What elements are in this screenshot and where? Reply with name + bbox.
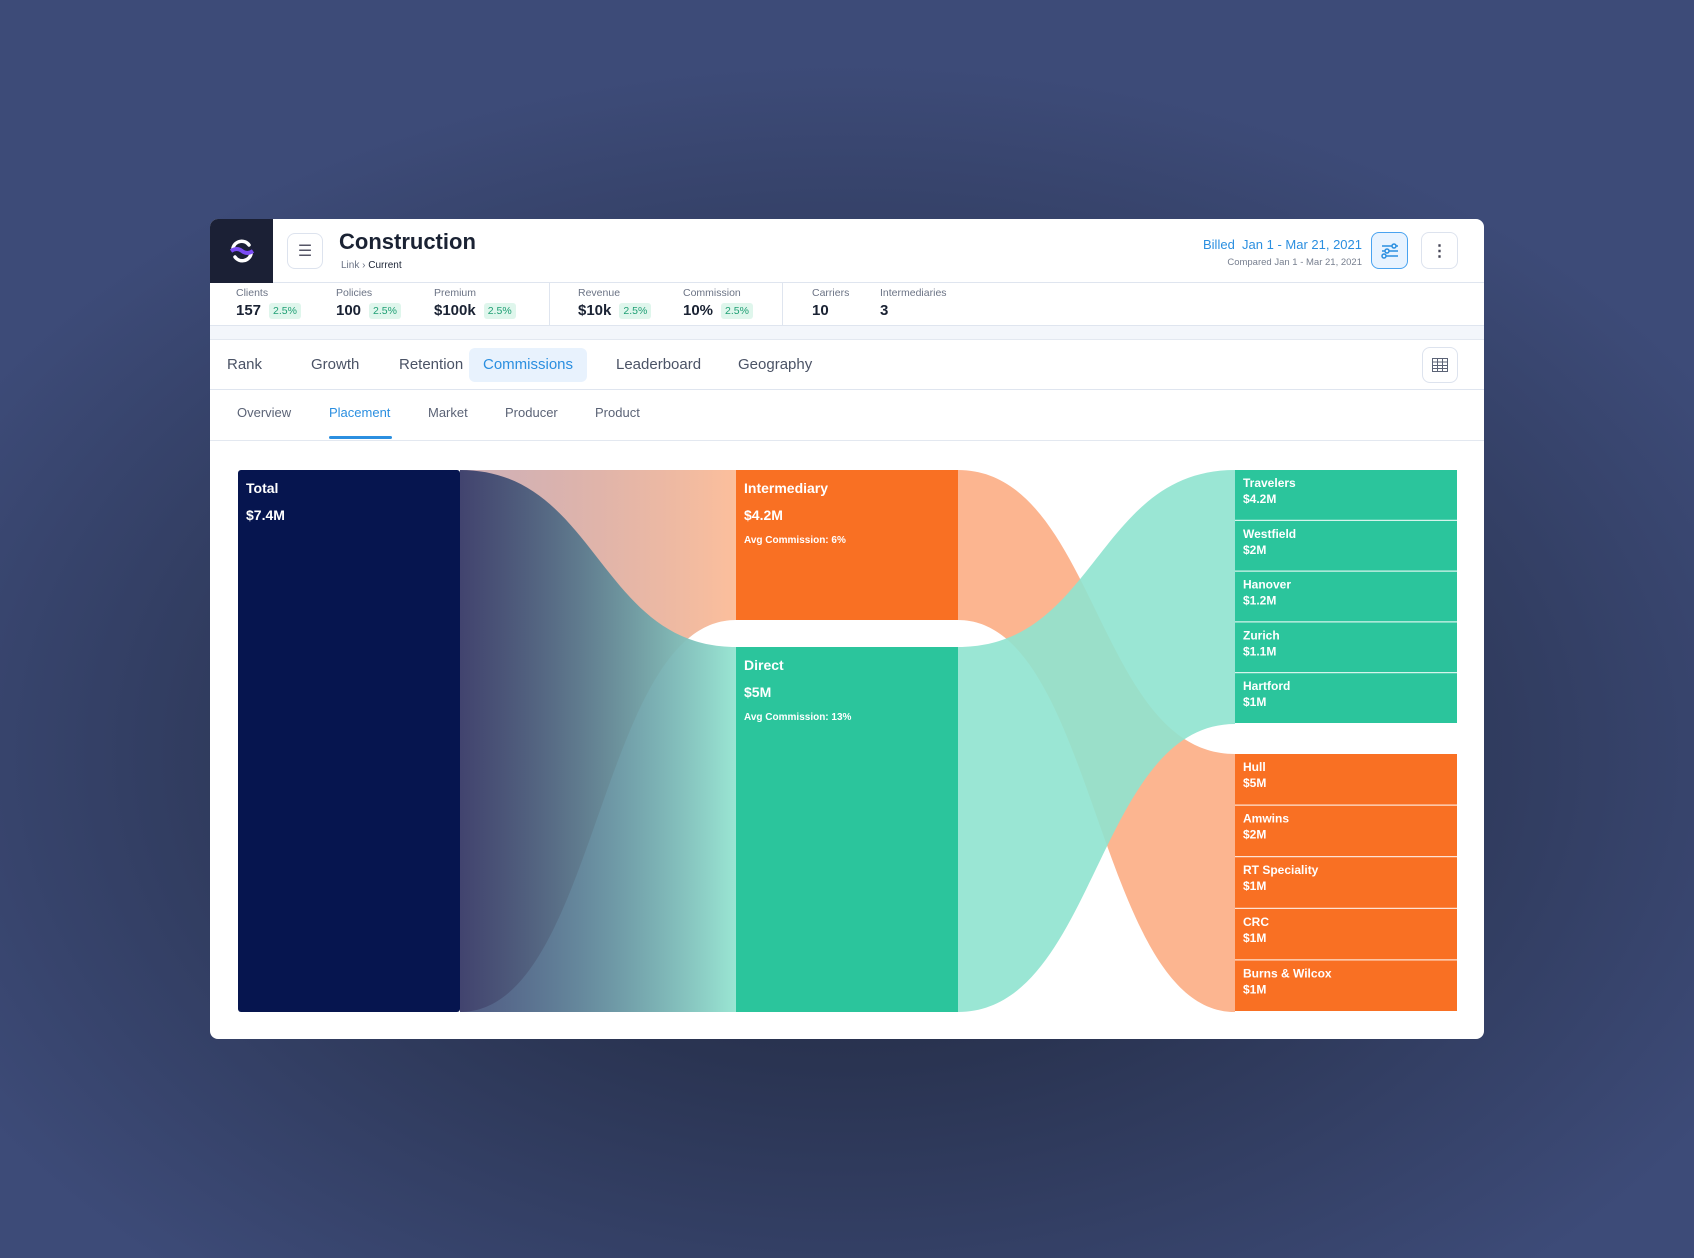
intermediary-firm-value: $1M [1243,982,1266,996]
intermediary-firm-label: Burns & Wilcox [1243,966,1332,980]
intermediary-firm-label: Amwins [1243,812,1289,826]
carrier-value: $1.2M [1243,594,1276,608]
intermediary-firm-value: $1M [1243,879,1266,893]
intermediary-firm-label: RT Speciality [1243,863,1319,877]
carrier-label: Hanover [1243,578,1291,592]
sankey-chart: Total $7.4M Intermediary $4.2M Avg Commissio… [238,470,1457,1012]
carrier-value: $1M [1243,695,1266,709]
carrier-label: Westfield [1243,527,1296,541]
node-total [238,470,460,1012]
carrier-value: $2M [1243,543,1266,557]
dashboard-card: ☰ Construction Link › Current Billed Jan… [210,219,1484,1039]
intermediary-firm-value: $1M [1243,931,1266,945]
node-intermediary-value: $4.2M [744,507,783,523]
carrier-label: Zurich [1243,628,1280,642]
intermediary-firm-label: Hull [1243,760,1266,774]
intermediary-firm-node [1235,754,1457,805]
node-direct-value: $5M [744,684,771,700]
carrier-label: Hartford [1243,679,1290,693]
carrier-value: $1.1M [1243,644,1276,658]
carrier-value: $4.2M [1243,492,1276,506]
node-total-value: $7.4M [246,507,285,523]
node-intermediary-label: Intermediary [744,480,828,496]
intermediary-firm-label: CRC [1243,915,1269,929]
node-direct-label: Direct [744,657,784,673]
node-direct [736,647,958,1012]
node-intermediary-note: Avg Commission: 6% [744,535,846,546]
node-direct-note: Avg Commission: 13% [744,712,852,723]
intermediary-firm-value: $2M [1243,828,1266,842]
intermediary-firm-value: $5M [1243,776,1266,790]
node-total-label: Total [246,480,278,496]
carrier-label: Travelers [1243,476,1296,490]
